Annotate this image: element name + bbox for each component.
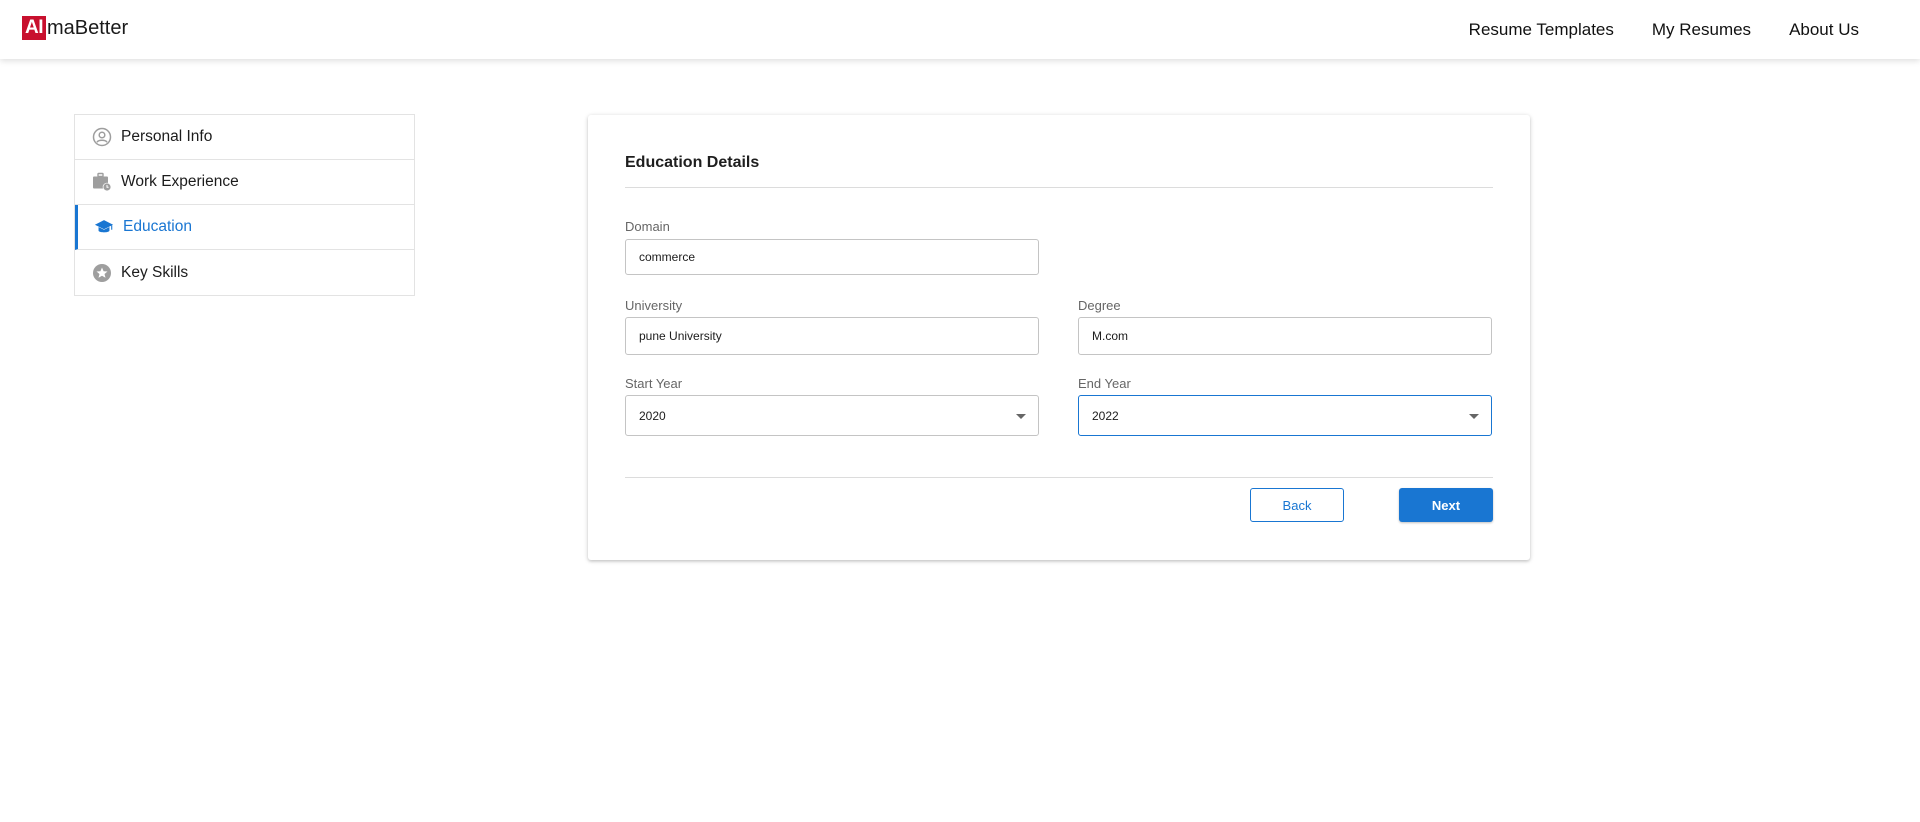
university-label: University: [625, 298, 683, 313]
nav-resume-templates[interactable]: Resume Templates: [1469, 20, 1614, 40]
sidebar-item-label: Personal Info: [121, 128, 213, 145]
sidebar-item-label: Work Experience: [121, 173, 239, 190]
back-button[interactable]: Back: [1250, 488, 1344, 522]
sidebar-item-key-skills[interactable]: Key Skills: [75, 250, 414, 295]
logo-word: maBetter: [47, 17, 129, 39]
sidebar-item-label: Key Skills: [121, 263, 189, 281]
title-divider: [625, 187, 1493, 188]
briefcase-clock-icon: [92, 172, 112, 192]
star-circle-icon: [92, 263, 112, 283]
domain-input[interactable]: [625, 239, 1039, 275]
dropdown-arrow-icon: [1016, 414, 1026, 419]
start-year-label: Start Year: [625, 376, 683, 391]
degree-input[interactable]: [1078, 317, 1492, 355]
top-header: AI maBetter Resume Templates My Resumes …: [0, 0, 1920, 59]
end-year-value: 2022: [1092, 408, 1119, 423]
sidebar-item-work-experience[interactable]: Work Experience: [75, 160, 414, 205]
dropdown-arrow-icon: [1469, 414, 1479, 419]
almabetter-logo[interactable]: AI maBetter: [22, 16, 128, 40]
domain-label: Domain: [625, 219, 670, 234]
education-details-card: Education Details Domain University Degr…: [588, 115, 1530, 560]
logo-mark: AI: [22, 16, 46, 40]
sidebar-item-personal-info[interactable]: Personal Info: [75, 115, 414, 160]
university-input[interactable]: [625, 317, 1039, 355]
graduation-cap-icon: [94, 217, 114, 237]
next-button[interactable]: Next: [1399, 488, 1493, 522]
actions-divider: [625, 477, 1493, 478]
nav-about-us[interactable]: About Us: [1789, 20, 1859, 40]
card-title: Education Details: [625, 154, 760, 171]
start-year-value: 2020: [639, 408, 666, 423]
nav-my-resumes[interactable]: My Resumes: [1652, 20, 1751, 40]
end-year-select[interactable]: 2022: [1078, 395, 1492, 436]
user-circle-icon: [92, 127, 112, 147]
section-sidebar: Personal Info Work Experience Education: [74, 114, 415, 296]
start-year-select[interactable]: 2020: [625, 395, 1039, 436]
sidebar-item-education[interactable]: Education: [75, 205, 414, 250]
sidebar-item-label: Education: [123, 218, 192, 235]
top-nav: Resume Templates My Resumes About Us: [1469, 20, 1859, 40]
end-year-label: End Year: [1078, 376, 1131, 391]
degree-label: Degree: [1078, 298, 1121, 313]
